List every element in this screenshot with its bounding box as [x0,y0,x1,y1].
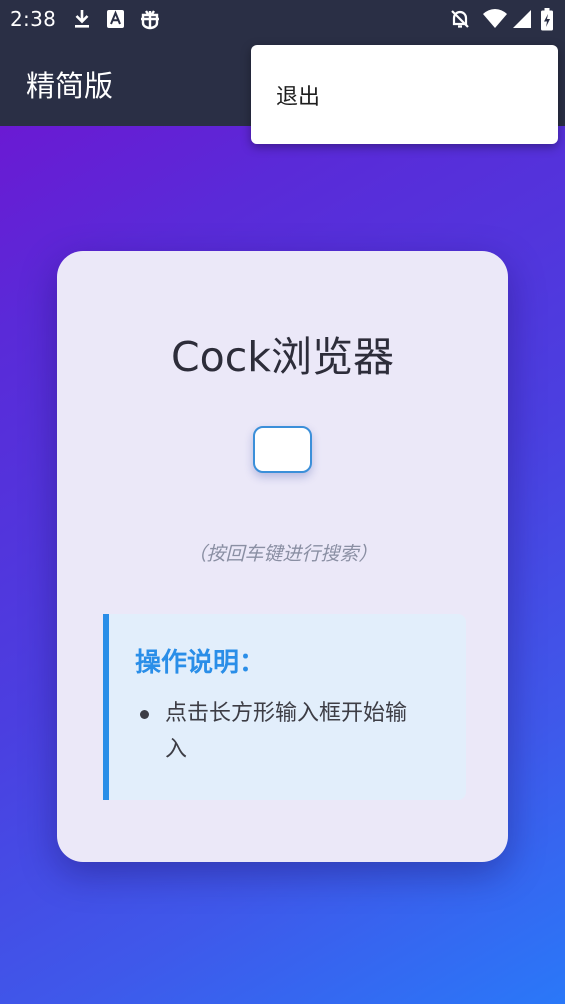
search-input[interactable] [253,426,312,473]
status-time: 2:38 [10,7,57,31]
browser-card: Cock浏览器 （按回车键进行搜索） 操作说明： 点击长方形输入框开始输入 [57,251,508,862]
signal-icon [512,8,532,34]
search-hint: （按回车键进行搜索） [187,543,378,565]
instruction-text: 点击长方形输入框开始输入 [165,701,408,762]
list-item: 点击长方形输入框开始输入 [137,696,427,768]
menu-item-exit[interactable]: 退出 [251,45,558,144]
instructions-panel: 操作说明： 点击长方形输入框开始输入 [103,614,466,800]
wifi-icon [482,8,508,34]
battery-charging-icon [540,8,554,36]
font-a-icon [106,8,125,34]
overflow-menu: 退出 [251,45,558,144]
download-icon [72,8,92,34]
bullet-icon [140,710,149,719]
bug-icon [138,8,162,36]
instructions-list: 点击长方形输入框开始输入 [137,696,427,768]
notifications-off-icon [449,8,471,34]
page-title: Cock浏览器 [171,333,394,381]
status-bar: 2:38 [0,0,565,40]
app-title: 精简版 [26,69,114,103]
instructions-heading: 操作说明： [135,648,266,678]
